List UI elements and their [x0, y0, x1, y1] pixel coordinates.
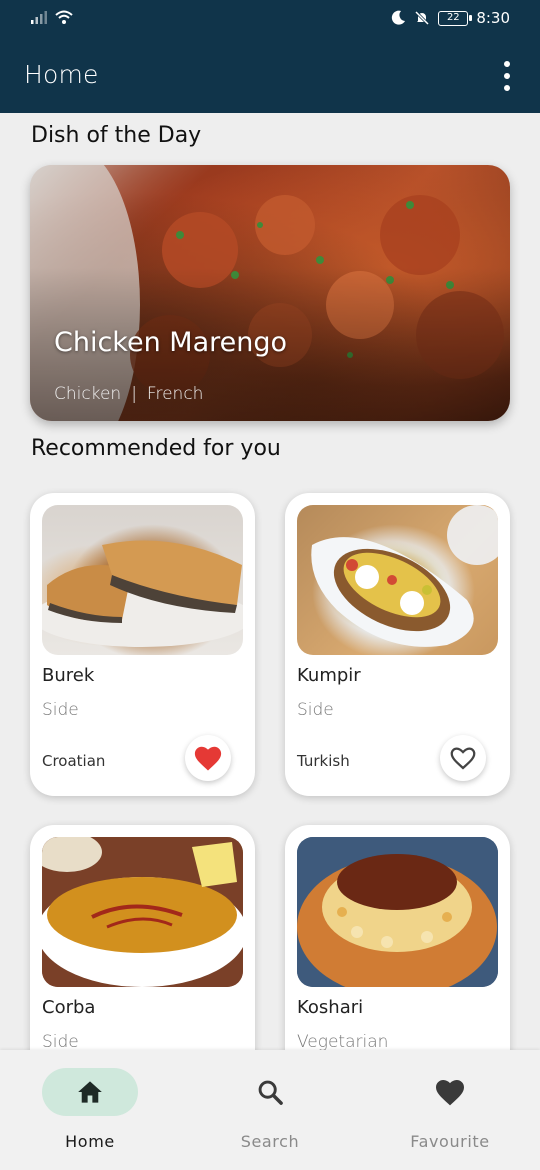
nav-search-label: Search: [240, 1132, 300, 1151]
dish-of-day-heading: Dish of the Day: [31, 123, 202, 148]
dish-image-overlay: [30, 165, 510, 421]
page-title: Home: [24, 60, 99, 89]
bottom-navigation: Home Search Favourite: [0, 1050, 540, 1170]
recipe-category: Side: [42, 700, 79, 720]
favourite-button[interactable]: [185, 735, 231, 781]
status-time: 8:30: [476, 9, 510, 27]
favourite-button[interactable]: [440, 735, 486, 781]
menu-dot: [504, 61, 510, 67]
dish-of-day-name: Chicken Marengo: [54, 327, 288, 358]
nav-favourite[interactable]: Favourite: [375, 1068, 525, 1163]
nav-search[interactable]: Search: [195, 1068, 345, 1163]
home-icon: [78, 1081, 102, 1103]
recipe-card-corba[interactable]: Corba Side: [30, 825, 255, 1050]
dish-of-day-area: French: [146, 384, 204, 404]
battery-icon: 22: [438, 10, 473, 26]
recipe-image: [42, 837, 243, 987]
recipe-card-kumpir[interactable]: Kumpir Side Turkish: [285, 493, 510, 796]
recipe-card-burek[interactable]: Burek Side Croatian: [30, 493, 255, 796]
search-icon: [258, 1080, 283, 1105]
app-bar: Home: [0, 40, 540, 113]
status-left: [30, 9, 74, 25]
dish-of-day-meta: Chicken | French: [54, 384, 203, 404]
recommended-heading: Recommended for you: [31, 436, 281, 461]
recipe-image: [297, 505, 498, 655]
recipe-category: Side: [42, 1032, 79, 1050]
nav-favourite-indicator: [402, 1068, 498, 1116]
menu-dot: [504, 85, 510, 91]
koshari-illustration: [297, 837, 498, 987]
recipe-category: Side: [297, 700, 334, 720]
kumpir-illustration: [311, 505, 498, 647]
mute-icon: [415, 10, 430, 26]
corba-illustration: [42, 837, 243, 987]
recipe-name: Koshari: [297, 997, 364, 1018]
recipe-name: Kumpir: [297, 665, 361, 686]
nav-favourite-label: Favourite: [410, 1132, 490, 1151]
heart-outline-icon: [450, 747, 476, 770]
more-vert-icon[interactable]: [500, 61, 514, 91]
nav-home[interactable]: Home: [15, 1068, 165, 1163]
recipe-image: [297, 837, 498, 987]
status-right: 22 8:30: [390, 9, 510, 27]
recipe-name: Corba: [42, 997, 96, 1018]
nav-search-indicator: [222, 1068, 318, 1116]
meta-separator: |: [131, 384, 137, 404]
heart-filled-icon: [194, 746, 222, 771]
recipe-area: Croatian: [42, 752, 106, 770]
signal-icon: [31, 11, 47, 24]
heart-icon: [436, 1080, 464, 1106]
recipe-name: Burek: [42, 665, 95, 686]
recipe-card-koshari[interactable]: Koshari Vegetarian: [285, 825, 510, 1050]
dish-of-day-category: Chicken: [54, 384, 122, 404]
nav-home-label: Home: [65, 1132, 115, 1151]
recipe-area: Turkish: [297, 752, 350, 770]
nav-home-indicator: [42, 1068, 138, 1116]
recipe-image: [42, 505, 243, 655]
burek-illustration: [42, 540, 243, 647]
home-content[interactable]: Dish of the Day Chicken Marengo Chicken …: [0, 113, 540, 1050]
menu-dot: [504, 73, 510, 79]
recipe-category: Vegetarian: [297, 1032, 389, 1050]
status-bar: 22 8:30: [0, 0, 540, 40]
app-screen: 22 8:30 Home Dish of the Day Chicken Mar…: [0, 0, 540, 1170]
dish-of-day-card[interactable]: Chicken Marengo Chicken | French: [30, 165, 510, 421]
moon-icon: [392, 10, 406, 25]
wifi-icon: [55, 10, 73, 24]
